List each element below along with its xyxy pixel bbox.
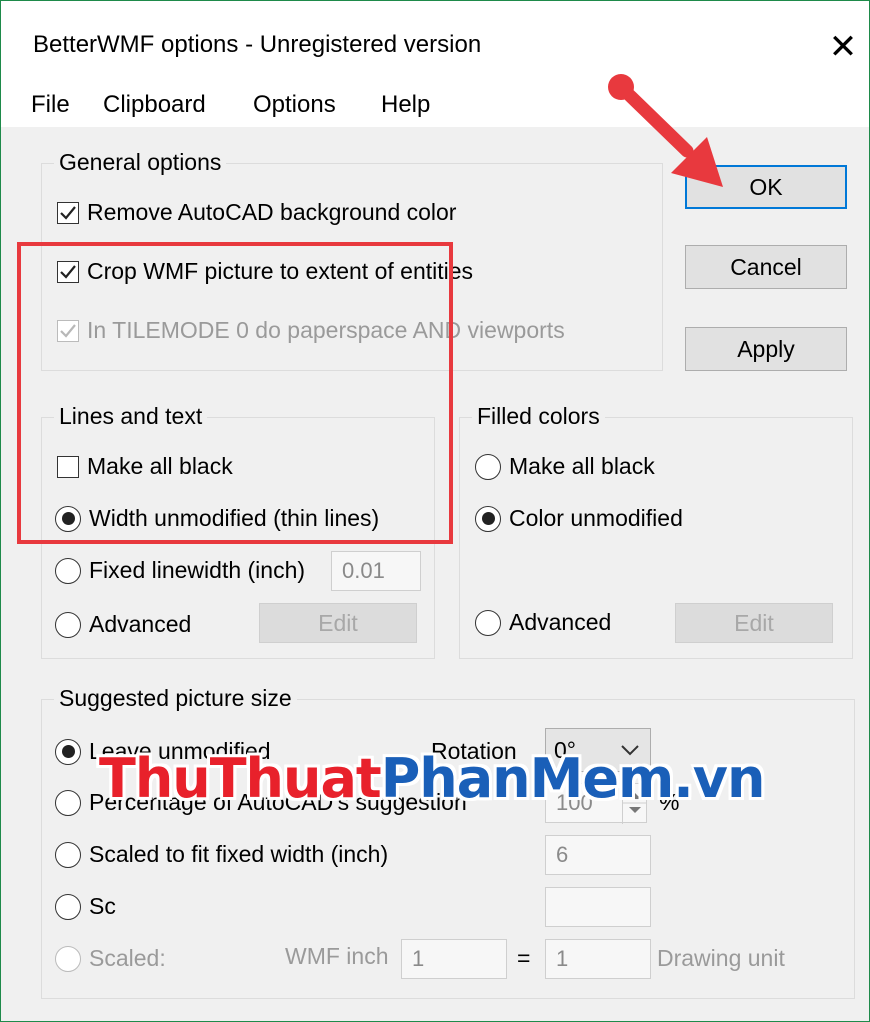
radio-unselected-icon xyxy=(55,893,81,920)
lines-advanced-radio[interactable]: Advanced xyxy=(55,611,191,638)
scaled-fit-partial-label: Sc xyxy=(89,893,116,919)
watermark-part3: .vn xyxy=(673,747,765,810)
wmf-inch-label: WMF inch xyxy=(285,943,389,969)
radio-unselected-icon xyxy=(475,609,501,636)
radio-unselected-icon xyxy=(55,789,81,816)
fixed-linewidth-input[interactable]: 0.01 xyxy=(331,551,421,591)
drawing-unit-input: 1 xyxy=(545,939,651,979)
filled-advanced-radio[interactable]: Advanced xyxy=(475,609,611,636)
color-unmodified-radio[interactable]: Color unmodified xyxy=(475,505,683,532)
filled-edit-button: Edit xyxy=(675,603,833,643)
options-dialog: BetterWMF options - Unregistered version… xyxy=(0,0,870,1022)
watermark-part1: ThuThuat xyxy=(99,747,382,810)
fit-width-label: Scaled to fit fixed width (inch) xyxy=(89,841,389,867)
annotation-arrow-icon xyxy=(608,74,723,187)
fit-width-input[interactable]: 6 xyxy=(545,835,651,875)
color-unmodified-label: Color unmodified xyxy=(509,505,683,531)
wmf-inch-input: 1 xyxy=(401,939,507,979)
fixed-linewidth-label: Fixed linewidth (inch) xyxy=(89,557,306,583)
equals-sign: = xyxy=(517,945,531,971)
watermark-logo: ThuThuatPhanMem.vn xyxy=(99,747,765,810)
filled-make-black-radio[interactable]: Make all black xyxy=(475,453,655,480)
lines-edit-button: Edit xyxy=(259,603,417,643)
radio-unselected-icon xyxy=(55,841,81,868)
scaled-label: Scaled: xyxy=(89,945,166,971)
radio-selected-icon xyxy=(55,738,81,765)
scaled-radio: Scaled: xyxy=(55,945,166,972)
radio-unselected-icon xyxy=(55,611,81,638)
scaled-fit-radio[interactable]: Sc xyxy=(55,893,116,920)
radio-unselected-icon xyxy=(55,557,81,584)
filled-make-black-label: Make all black xyxy=(509,453,655,479)
drawing-unit-label: Drawing unit xyxy=(657,945,785,971)
fit-width-radio[interactable]: Scaled to fit fixed width (inch) xyxy=(55,841,388,868)
radio-unselected-icon xyxy=(475,453,501,480)
fit-height-input[interactable] xyxy=(545,887,651,927)
fixed-linewidth-radio[interactable]: Fixed linewidth (inch) xyxy=(55,557,305,584)
apply-button[interactable]: Apply xyxy=(685,327,847,371)
filled-colors-title: Filled colors xyxy=(472,403,605,430)
radio-selected-icon xyxy=(475,505,501,532)
picture-size-title: Suggested picture size xyxy=(54,685,297,712)
lines-advanced-label: Advanced xyxy=(89,611,192,637)
filled-advanced-label: Advanced xyxy=(509,609,612,635)
radio-unselected-icon xyxy=(55,945,81,972)
watermark-part2: PhanMem xyxy=(380,747,675,810)
